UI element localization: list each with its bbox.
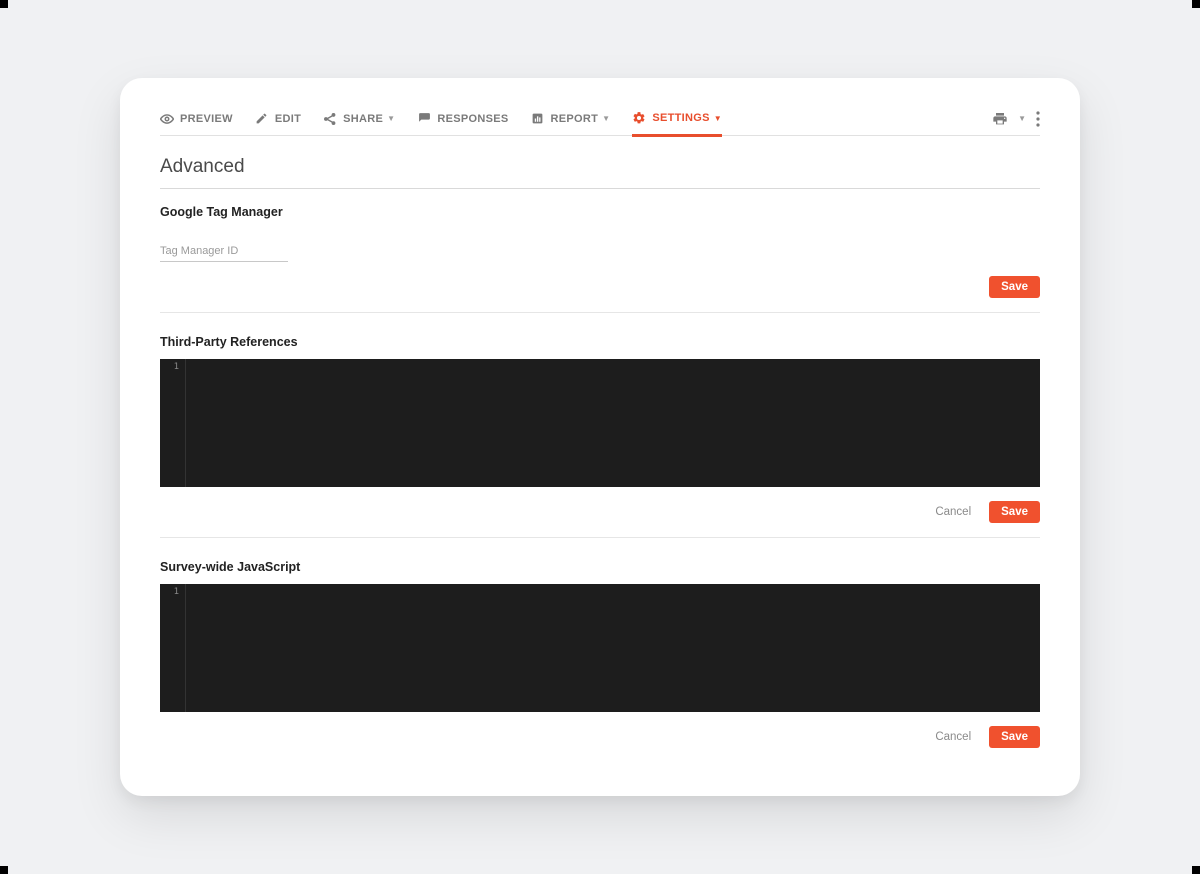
survey-js-save-button[interactable]: Save <box>989 726 1040 748</box>
section-third-party-title: Third-Party References <box>160 335 1040 349</box>
tab-edit-label: EDIT <box>275 113 301 125</box>
tab-share[interactable]: SHARE ▼ <box>323 102 395 136</box>
third-party-code-editor[interactable]: 1 <box>160 359 1040 487</box>
tab-report[interactable]: REPORT ▼ <box>531 102 611 136</box>
tab-settings-label: SETTINGS <box>652 112 709 124</box>
third-party-save-button[interactable]: Save <box>989 501 1040 523</box>
third-party-cancel-button[interactable]: Cancel <box>935 506 971 518</box>
tab-share-label: SHARE <box>343 113 383 125</box>
editor-gutter: 1 <box>160 359 186 487</box>
page-title: Advanced <box>160 156 1040 189</box>
tab-edit[interactable]: EDIT <box>255 102 301 136</box>
gtm-save-button[interactable]: Save <box>989 276 1040 298</box>
chevron-down-icon: ▼ <box>387 114 395 123</box>
line-number: 1 <box>160 587 179 597</box>
more-vertical-icon <box>1036 111 1040 127</box>
eye-icon <box>160 112 174 126</box>
editor-body[interactable] <box>186 584 1040 712</box>
gear-icon <box>632 111 646 125</box>
share-icon <box>323 112 337 126</box>
section-gtm-title: Google Tag Manager <box>160 205 1040 219</box>
main-toolbar: PREVIEW EDIT SHARE ▼ RESPONSES <box>160 102 1040 136</box>
print-button[interactable] <box>992 111 1008 127</box>
editor-gutter: 1 <box>160 584 186 712</box>
section-survey-js-title: Survey-wide JavaScript <box>160 560 1040 574</box>
chat-icon <box>417 112 431 126</box>
pencil-icon <box>255 112 269 126</box>
editor-body[interactable] <box>186 359 1040 487</box>
app-window: PREVIEW EDIT SHARE ▼ RESPONSES <box>120 78 1080 796</box>
chevron-down-icon: ▼ <box>714 114 722 123</box>
survey-js-code-editor[interactable]: 1 <box>160 584 1040 712</box>
chevron-down-icon: ▼ <box>602 114 610 123</box>
line-number: 1 <box>160 362 179 372</box>
tag-manager-id-input[interactable] <box>160 243 288 262</box>
tab-report-label: REPORT <box>551 113 599 125</box>
chart-icon <box>531 112 545 126</box>
tab-settings[interactable]: SETTINGS ▼ <box>632 103 722 137</box>
tab-preview[interactable]: PREVIEW <box>160 102 233 136</box>
print-icon <box>992 111 1008 127</box>
print-dropdown[interactable]: ▼ <box>1018 114 1026 123</box>
survey-js-cancel-button[interactable]: Cancel <box>935 731 971 743</box>
tab-responses[interactable]: RESPONSES <box>417 102 508 136</box>
more-menu-button[interactable] <box>1036 111 1040 127</box>
tab-preview-label: PREVIEW <box>180 113 233 125</box>
tab-responses-label: RESPONSES <box>437 113 508 125</box>
